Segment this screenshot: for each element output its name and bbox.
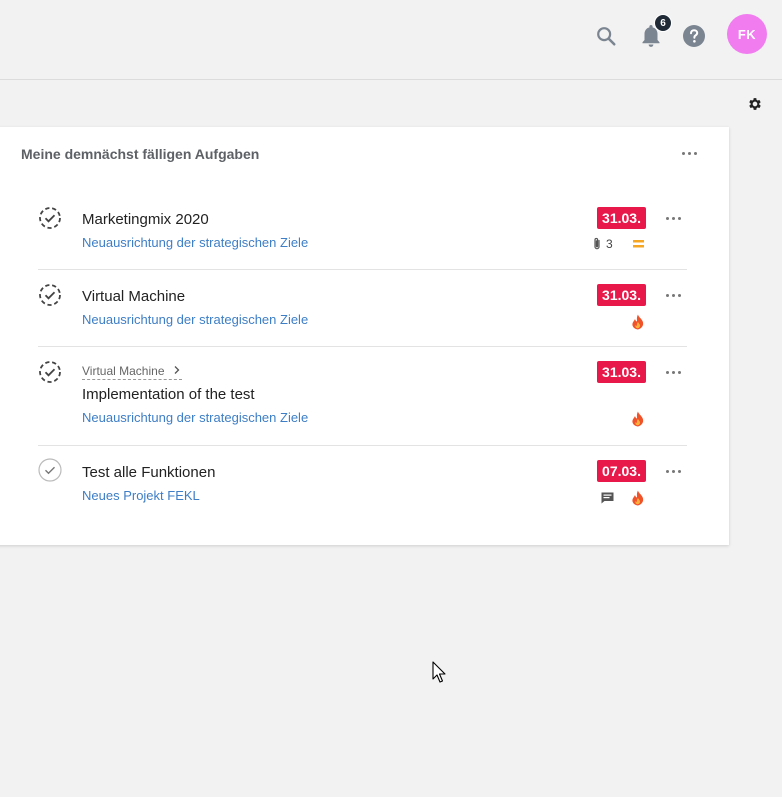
comment-icon — [601, 492, 614, 504]
chevron-right-icon — [174, 366, 180, 374]
equals-priority-icon — [633, 240, 644, 248]
help-icon[interactable] — [681, 23, 707, 49]
fire-icon — [631, 490, 645, 506]
task-project-link[interactable]: Neuausrichtung der strategischen Ziele — [82, 312, 308, 327]
task-row[interactable]: Marketingmix 2020 Neuausrichtung der str… — [38, 193, 687, 270]
gear-icon[interactable] — [745, 94, 765, 114]
notification-count-badge: 6 — [654, 14, 672, 32]
task-row[interactable]: Test alle Funktionen Neues Projekt FEKL … — [38, 446, 687, 521]
attachment-indicator: 3 — [592, 237, 613, 251]
fire-icon — [631, 314, 645, 330]
dashed-check-circle-icon[interactable] — [38, 206, 62, 230]
task-menu-button[interactable] — [666, 371, 681, 374]
task-project-link[interactable]: Neues Projekt FEKL — [82, 488, 200, 503]
due-date-badge: 31.03. — [597, 361, 646, 383]
dashed-check-circle-icon[interactable] — [38, 360, 62, 384]
top-bar: 6 FK — [0, 0, 782, 80]
parent-task-breadcrumb[interactable]: Virtual Machine — [82, 364, 182, 380]
due-tasks-widget: Meine demnächst fälligen Aufgaben Market… — [0, 127, 729, 545]
parent-task-name: Virtual Machine — [82, 364, 165, 378]
avatar[interactable]: FK — [727, 14, 767, 54]
task-title[interactable]: Virtual Machine — [82, 288, 185, 305]
attachment-count: 3 — [606, 237, 613, 251]
task-row[interactable]: Virtual Machine Neuausrichtung der strat… — [38, 270, 687, 347]
paperclip-icon — [594, 237, 600, 250]
search-icon[interactable] — [593, 23, 619, 49]
check-circle-icon[interactable] — [38, 458, 62, 482]
task-menu-button[interactable] — [666, 294, 681, 297]
task-menu-button[interactable] — [666, 470, 681, 473]
widget-menu-button[interactable] — [682, 152, 697, 155]
mouse-cursor-icon — [432, 661, 446, 688]
due-date-badge: 07.03. — [597, 460, 646, 482]
due-date-badge: 31.03. — [597, 207, 646, 229]
due-date-badge: 31.03. — [597, 284, 646, 306]
widget-title: Meine demnächst fälligen Aufgaben — [21, 146, 260, 162]
dashed-check-circle-icon[interactable] — [38, 283, 62, 307]
task-title[interactable]: Marketingmix 2020 — [82, 211, 209, 228]
task-title[interactable]: Test alle Funktionen — [82, 464, 215, 481]
fire-icon — [631, 411, 645, 427]
task-menu-button[interactable] — [666, 217, 681, 220]
task-row[interactable]: Virtual Machine Implementation of the te… — [38, 347, 687, 446]
task-title[interactable]: Implementation of the test — [82, 386, 255, 403]
task-project-link[interactable]: Neuausrichtung der strategischen Ziele — [82, 410, 308, 425]
task-project-link[interactable]: Neuausrichtung der strategischen Ziele — [82, 235, 308, 250]
